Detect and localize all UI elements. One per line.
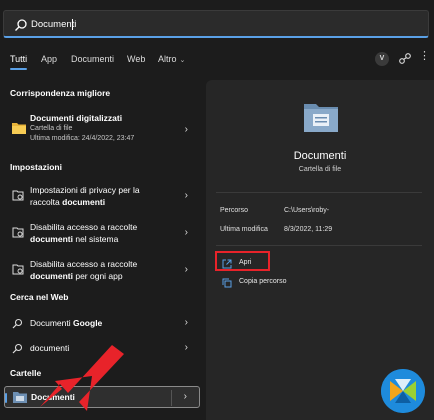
modified-label: Ultima modifica — [220, 226, 268, 233]
documents-folder-icon — [13, 392, 27, 403]
search-icon — [15, 19, 27, 31]
chevron-right-icon[interactable]: › — [185, 227, 188, 238]
path-value: C:\Users\roby- — [284, 207, 330, 214]
settings-folder-icon — [12, 264, 24, 275]
best-match-type: Cartella di file — [30, 125, 73, 132]
detail-subtitle: Cartella di file — [298, 166, 342, 173]
account-avatar[interactable]: V — [375, 52, 389, 66]
divider — [171, 390, 172, 406]
settings-item-line2: documenti nel sistema — [30, 234, 118, 245]
modified-value: 8/3/2022, 11:29 — [284, 226, 333, 233]
web-result-bold: Google — [73, 318, 103, 328]
web-result-google[interactable]: Documenti Google › — [4, 313, 200, 333]
active-tab-indicator — [10, 68, 27, 70]
chevron-right-icon[interactable]: › — [185, 264, 188, 275]
path-label: Percorso — [220, 207, 249, 214]
highlight-annotation — [215, 251, 270, 271]
section-folders: Cartelle — [10, 368, 42, 378]
selection-accent — [5, 393, 7, 403]
divider — [216, 192, 422, 193]
web-result-plain: Documenti — [30, 318, 73, 328]
search-icon — [12, 343, 23, 354]
settings-item-privacy[interactable]: Impostazioni di privacy per la raccolta … — [4, 180, 200, 212]
search-input[interactable]: Documenti — [31, 19, 76, 30]
settings-item-line2-bold: documenti — [62, 197, 106, 207]
documents-folder-large-icon — [304, 104, 338, 132]
best-match-title: Documenti digitalizzati — [30, 113, 123, 123]
settings-item-line2-bold: documenti — [30, 271, 73, 281]
chevron-right-icon[interactable]: › — [185, 342, 188, 353]
copy-icon — [222, 278, 232, 288]
copy-path-action[interactable]: Copia percorso — [220, 275, 320, 291]
settings-item-line2-tail: per ogni app — [72, 271, 123, 281]
settings-item-disable-apps[interactable]: Disabilita accesso a raccolte documenti … — [4, 254, 200, 286]
settings-item-line2-plain: raccolta — [30, 197, 63, 207]
divider — [216, 245, 422, 246]
settings-item-line2-tail: nel sistema — [72, 234, 119, 244]
tab-documents[interactable]: Documenti — [71, 54, 114, 64]
section-settings: Impostazioni — [10, 162, 62, 172]
chevron-down-icon: ⌄ — [179, 57, 186, 64]
share-network-icon[interactable] — [398, 52, 412, 66]
settings-item-line2: documenti per ogni app — [30, 271, 123, 282]
copy-path-label: Copia percorso — [239, 278, 287, 285]
filter-tabs: Tutti App Documenti Web Altro ⌄ V ⋮ — [0, 50, 434, 70]
search-bar[interactable]: Documenti — [3, 10, 429, 38]
tab-more-label: Altro — [158, 54, 177, 64]
settings-item-line1: Disabilita accesso a raccolte — [30, 222, 138, 232]
settings-item-line1: Impostazioni di privacy per la — [30, 185, 140, 195]
chevron-right-icon[interactable]: › — [185, 317, 188, 328]
folder-icon — [12, 123, 26, 134]
web-result-label: Documenti Google — [30, 318, 102, 329]
tab-more[interactable]: Altro ⌄ — [158, 54, 185, 64]
search-icon — [12, 318, 23, 329]
tab-apps[interactable]: App — [41, 54, 57, 64]
detail-title: Documenti — [293, 150, 347, 162]
tab-web[interactable]: Web — [127, 54, 145, 64]
best-match-modified: Ultima modifica: 24/4/2022, 23:47 — [30, 135, 135, 142]
red-arrow-annotation — [40, 345, 124, 411]
chevron-right-icon[interactable]: › — [185, 124, 188, 135]
chevron-right-icon[interactable]: › — [184, 391, 187, 402]
settings-item-line2-bold: documenti — [30, 234, 73, 244]
tab-all[interactable]: Tutti — [10, 54, 27, 64]
text-cursor — [72, 19, 73, 30]
settings-item-disable-system[interactable]: Disabilita accesso a raccolte documenti … — [4, 217, 200, 249]
section-best-match: Corrispondenza migliore — [10, 88, 111, 98]
more-options-icon[interactable]: ⋮ — [419, 51, 431, 65]
chevron-right-icon[interactable]: › — [185, 190, 188, 201]
settings-folder-icon — [12, 190, 24, 201]
best-match-result[interactable]: Documenti digitalizzati Cartella di file… — [4, 110, 200, 150]
section-web: Cerca nel Web — [10, 292, 69, 302]
settings-item-line1: Disabilita accesso a raccolte — [30, 259, 138, 269]
settings-item-line2: raccolta documenti — [30, 197, 105, 208]
site-logo-icon — [381, 369, 425, 413]
settings-folder-icon — [12, 227, 24, 238]
